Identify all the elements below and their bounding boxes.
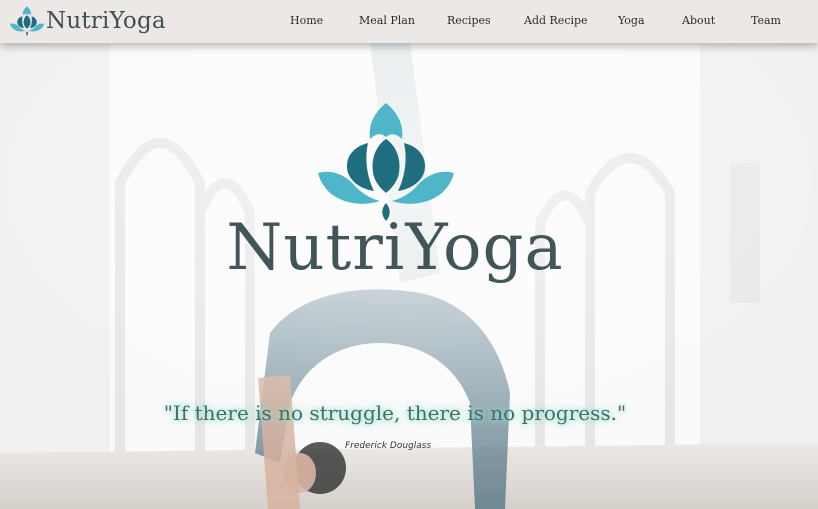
hero-section: NutriYoga "If there is no struggle, ther… (0, 43, 818, 509)
brand-link[interactable]: NutriYoga (10, 6, 166, 36)
nav-about[interactable]: About (682, 14, 715, 27)
hero-quote: "If there is no struggle, there is no pr… (163, 401, 627, 425)
nav-team[interactable]: Team (751, 14, 781, 27)
hero-title: NutriYoga (226, 211, 564, 285)
navbar: NutriYoga Home Meal Plan Recipes Add Rec… (0, 0, 818, 43)
nav-yoga[interactable]: Yoga (618, 14, 645, 27)
nav-recipes[interactable]: Recipes (447, 14, 491, 27)
brand-name: NutriYoga (46, 8, 166, 34)
nav-add-recipe[interactable]: Add Recipe (524, 14, 588, 27)
nav-meal-plan[interactable]: Meal Plan (359, 14, 415, 27)
hero-lotus-logo (318, 103, 454, 221)
quote-author: Frederick Douglass (345, 441, 432, 451)
nav-home[interactable]: Home (290, 14, 323, 27)
lotus-icon (10, 6, 44, 36)
